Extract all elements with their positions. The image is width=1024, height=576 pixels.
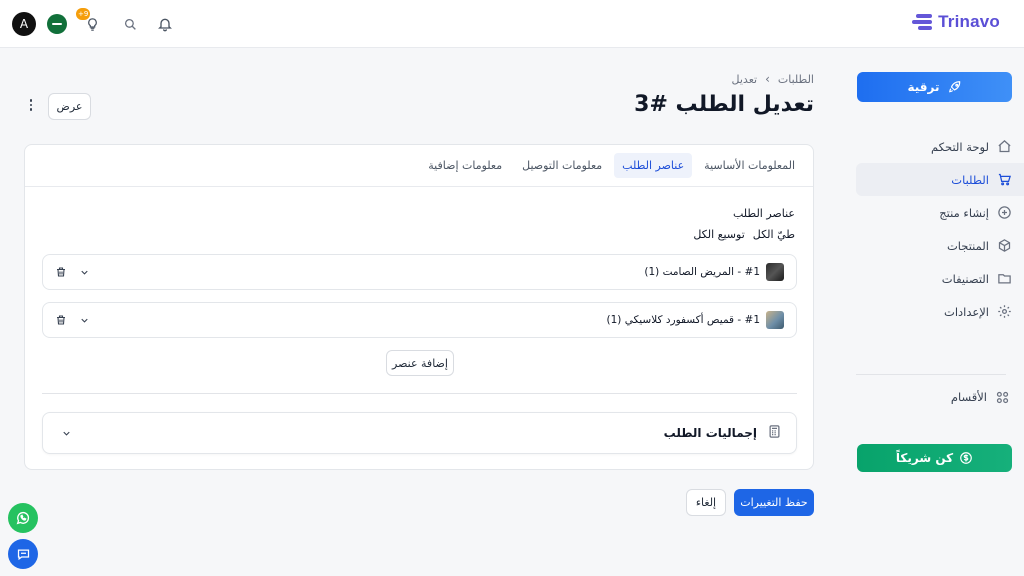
brand-logo[interactable]: Trinavo — [912, 12, 1000, 32]
flag-icon[interactable] — [47, 14, 67, 34]
chevron-down-icon[interactable] — [79, 263, 90, 282]
sidebar-item-label: الطلبات — [951, 172, 989, 187]
sidebar-item-settings[interactable]: الإعدادات — [852, 295, 1024, 328]
grid-icon — [996, 391, 1009, 403]
sidebar-item-label: الإعدادات — [944, 304, 989, 319]
cart-icon — [998, 173, 1011, 186]
tab-delivery-info[interactable]: معلومات التوصيل — [514, 153, 610, 178]
gear-icon — [998, 305, 1011, 318]
cancel-button[interactable]: إلغاء — [686, 489, 726, 516]
sidebar-item-label: إنشاء منتج — [939, 205, 989, 220]
sidebar-item-orders[interactable]: الطلبات — [856, 163, 1024, 196]
home-icon — [998, 140, 1011, 153]
whatsapp-icon[interactable] — [8, 503, 38, 533]
chevron-left-icon: › — [765, 72, 770, 86]
list-item[interactable]: #1 - المريض الصامت (1) — [42, 254, 797, 290]
upgrade-label: ترقية — [907, 80, 940, 94]
product-thumbnail — [766, 311, 784, 329]
divider — [42, 393, 797, 394]
folder-icon — [998, 274, 1011, 284]
sidebar-item-label: المنتجات — [946, 238, 989, 253]
partner-label: كن شريكاً — [895, 451, 954, 465]
breadcrumb: الطلبات › تعديل — [732, 72, 814, 86]
totals-label: إجماليات الطلب — [663, 426, 757, 440]
tab-basic-info[interactable]: المعلومات الأساسية — [696, 153, 803, 178]
top-bar: Trinavo +9 A — [0, 0, 1024, 48]
view-button[interactable]: عرض — [48, 93, 91, 120]
sidebar-item-dashboard[interactable]: لوحة التحكم — [852, 130, 1024, 163]
notification-badge: +9 — [76, 8, 91, 20]
upgrade-button[interactable]: ترقية — [857, 72, 1012, 102]
tabs: المعلومات الأساسية عناصر الطلب معلومات ا… — [25, 145, 813, 187]
trash-icon[interactable] — [55, 311, 67, 330]
tab-order-items[interactable]: عناصر الطلب — [614, 153, 693, 178]
become-partner-button[interactable]: كن شريكاً — [857, 444, 1012, 472]
dollar-circle-icon — [960, 452, 972, 464]
save-button[interactable]: حفظ التغييرات — [734, 489, 814, 516]
brand-mark-icon — [912, 12, 933, 32]
sidebar-item-label: التصنيفات — [941, 271, 989, 286]
sidebar-nav: لوحة التحكم الطلبات إنشاء منتج المنتجات … — [852, 130, 1024, 328]
trash-icon[interactable] — [55, 263, 67, 282]
order-totals-accordion[interactable]: إجماليات الطلب — [42, 412, 797, 454]
list-item[interactable]: #1 - قميص أكسفورد كلاسيكي (1) — [42, 302, 797, 338]
chat-icon[interactable] — [8, 539, 38, 569]
sidebar-item-label: الأقسام — [950, 390, 987, 404]
product-thumbnail — [766, 263, 784, 281]
expand-all-link[interactable]: توسيع الكل — [693, 228, 744, 241]
plus-circle-icon — [998, 206, 1011, 219]
item-label: #1 - قميص أكسفورد كلاسيكي (1) — [606, 314, 760, 326]
breadcrumb-edit: تعديل — [731, 72, 758, 86]
sidebar-item-create-product[interactable]: إنشاء منتج — [852, 196, 1024, 229]
chevron-down-icon[interactable] — [61, 424, 72, 443]
collapse-all-link[interactable]: طيّ الكل — [753, 228, 795, 241]
chevron-down-icon[interactable] — [79, 311, 90, 330]
calculator-icon — [767, 424, 782, 442]
avatar[interactable]: A — [12, 12, 36, 36]
tab-additional-info[interactable]: معلومات إضافية — [420, 153, 510, 178]
sidebar-item-sections[interactable]: الأقسام — [852, 381, 1024, 413]
order-edit-card: المعلومات الأساسية عناصر الطلب معلومات ا… — [24, 144, 814, 470]
more-options-icon[interactable] — [27, 97, 35, 117]
bell-icon[interactable] — [153, 12, 177, 36]
sidebar: ترقية لوحة التحكم الطلبات إنشاء منتج الم… — [852, 48, 1024, 576]
item-label: #1 - المريض الصامت (1) — [644, 266, 760, 278]
sidebar-item-categories[interactable]: التصنيفات — [852, 262, 1024, 295]
box-icon — [998, 239, 1011, 252]
section-title: عناصر الطلب — [732, 207, 795, 220]
rocket-icon — [948, 81, 960, 93]
page-title: تعديل الطلب #3 — [634, 92, 814, 117]
breadcrumb-orders[interactable]: الطلبات — [778, 73, 814, 86]
sidebar-divider — [856, 374, 1006, 375]
add-item-button[interactable]: إضافة عنصر — [386, 350, 454, 376]
search-icon[interactable] — [118, 12, 142, 36]
collapse-links: طيّ الكل توسيع الكل — [693, 228, 795, 241]
brand-name: Trinavo — [938, 12, 1000, 31]
sidebar-item-products[interactable]: المنتجات — [852, 229, 1024, 262]
sidebar-item-label: لوحة التحكم — [931, 139, 989, 154]
